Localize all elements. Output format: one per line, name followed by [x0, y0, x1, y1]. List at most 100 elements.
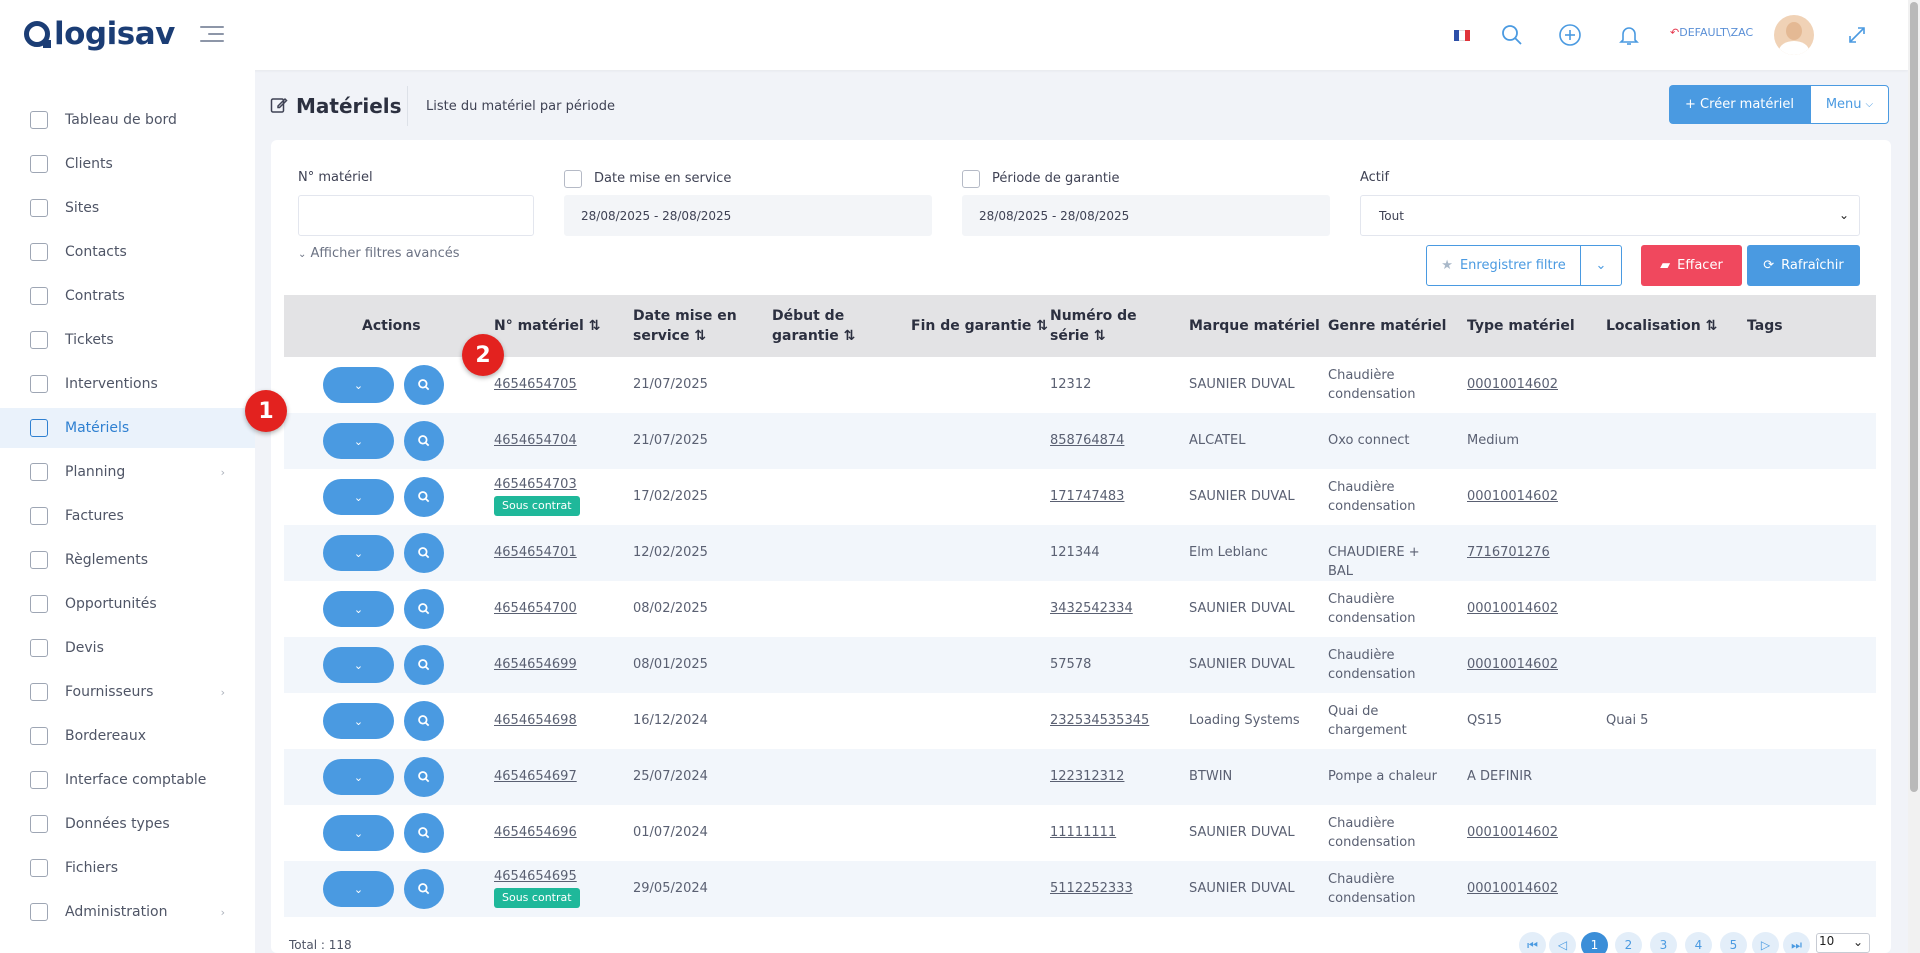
materiel-number-link[interactable]: 4654654698: [494, 711, 577, 730]
sidebar-item-administration[interactable]: Administration ›: [0, 892, 255, 932]
page-5-button[interactable]: 5: [1720, 932, 1747, 953]
serial-number-cell[interactable]: 171747483: [1050, 487, 1178, 506]
page-3-button[interactable]: 3: [1650, 932, 1677, 953]
type-cell[interactable]: 00010014602: [1467, 487, 1595, 506]
fr-flag-icon[interactable]: [1454, 30, 1470, 41]
type-cell[interactable]: 00010014602: [1467, 823, 1595, 842]
search-icon[interactable]: [1500, 23, 1524, 47]
row-view-button[interactable]: [404, 813, 444, 853]
avatar[interactable]: [1774, 15, 1814, 55]
row-actions-dropdown-button[interactable]: ⌄: [323, 479, 394, 515]
refresh-button[interactable]: ⟳ Rafraîchir: [1747, 245, 1860, 286]
user-switch-label[interactable]: ↶DEFAULT\ZAC: [1670, 26, 1753, 39]
row-actions-dropdown-button[interactable]: ⌄: [323, 535, 394, 571]
sidebar-item-devis[interactable]: Devis: [0, 628, 255, 668]
col-date-service[interactable]: Date mise en service ⇅: [633, 295, 763, 357]
row-actions-dropdown-button[interactable]: ⌄: [323, 591, 394, 627]
num-materiel-input[interactable]: [298, 195, 534, 236]
sidebar-item-bordereaux[interactable]: Bordereaux: [0, 716, 255, 756]
sidebar-item-contacts[interactable]: Contacts: [0, 232, 255, 272]
sidebar-item-clients[interactable]: Clients: [0, 144, 255, 184]
materiel-number-link[interactable]: 4654654699: [494, 655, 577, 674]
sidebar-item-planning[interactable]: Planning ›: [0, 452, 255, 492]
sidebar-item-tickets[interactable]: Tickets: [0, 320, 255, 360]
garantie-range-input[interactable]: 28/08/2025 - 28/08/2025: [962, 195, 1330, 236]
row-view-button[interactable]: [404, 477, 444, 517]
page-scrollbar[interactable]: [1908, 0, 1920, 953]
logisav-logo[interactable]: logisav: [24, 16, 175, 52]
materiel-number-link[interactable]: 4654654704: [494, 431, 577, 450]
sidebar-item-fichiers[interactable]: Fichiers: [0, 848, 255, 888]
serial-number-cell[interactable]: 5112252333: [1050, 879, 1178, 898]
materiel-number-link[interactable]: 4654654700: [494, 599, 577, 618]
clear-filters-button[interactable]: ▰ Effacer: [1641, 245, 1742, 286]
sidebar-item-tableau-de-bord[interactable]: Tableau de bord: [0, 100, 255, 140]
page-2-button[interactable]: 2: [1615, 932, 1642, 953]
sidebar-item-materiels[interactable]: Matériels: [0, 408, 255, 448]
create-materiel-button[interactable]: + Créer matériel: [1669, 85, 1810, 124]
sidebar-item-donnees-types[interactable]: Données types: [0, 804, 255, 844]
bell-icon[interactable]: [1617, 23, 1641, 47]
row-view-button[interactable]: [404, 421, 444, 461]
type-cell[interactable]: 7716701276: [1467, 543, 1595, 562]
materiel-number-link[interactable]: 4654654705: [494, 375, 577, 394]
serial-number-cell[interactable]: 11111111: [1050, 823, 1178, 842]
sidebar-item-interventions[interactable]: Interventions: [0, 364, 255, 404]
type-cell[interactable]: 00010014602: [1467, 375, 1595, 394]
materiel-number-link[interactable]: 4654654696: [494, 823, 577, 842]
menu-dropdown-button[interactable]: Menu ⌵: [1810, 85, 1889, 124]
materiel-number-link[interactable]: 4654654701: [494, 543, 577, 562]
prev-page-button[interactable]: ◁: [1549, 932, 1576, 953]
sidebar-item-reglements[interactable]: Règlements: [0, 540, 255, 580]
materiel-number-link[interactable]: 4654654697: [494, 767, 577, 786]
materiel-number-link[interactable]: 4654654703: [494, 475, 580, 494]
sidebar-item-factures[interactable]: Factures: [0, 496, 255, 536]
type-cell[interactable]: 00010014602: [1467, 879, 1595, 898]
date-service-checkbox[interactable]: [564, 170, 582, 188]
expand-icon[interactable]: [1845, 23, 1869, 47]
row-actions-dropdown-button[interactable]: ⌄: [323, 703, 394, 739]
actif-select[interactable]: Tout ⌄: [1360, 195, 1860, 236]
row-view-button[interactable]: [404, 869, 444, 909]
row-view-button[interactable]: [404, 645, 444, 685]
garantie-checkbox[interactable]: [962, 170, 980, 188]
save-filter-dropdown[interactable]: ⌄: [1581, 258, 1621, 273]
scrollbar-thumb[interactable]: [1910, 2, 1918, 792]
serial-number-cell[interactable]: 3432542334: [1050, 599, 1178, 618]
row-actions-dropdown-button[interactable]: ⌄: [323, 647, 394, 683]
page-4-button[interactable]: 4: [1685, 932, 1712, 953]
row-actions-dropdown-button[interactable]: ⌄: [323, 815, 394, 851]
sidebar-item-contrats[interactable]: Contrats: [0, 276, 255, 316]
col-debut-garantie[interactable]: Début de garantie ⇅: [772, 295, 907, 357]
serial-number-cell[interactable]: 122312312: [1050, 767, 1178, 786]
row-actions-dropdown-button[interactable]: ⌄: [323, 367, 394, 403]
type-cell[interactable]: 00010014602: [1467, 599, 1595, 618]
hamburger-menu-icon[interactable]: [200, 26, 224, 47]
row-view-button[interactable]: [404, 589, 444, 629]
plus-circle-icon[interactable]: [1558, 23, 1582, 47]
col-numero-serie[interactable]: Numéro de série ⇅: [1050, 295, 1180, 357]
advanced-filters-toggle[interactable]: ⌄ Afficher filtres avancés: [298, 246, 460, 261]
row-view-button[interactable]: [404, 365, 444, 405]
row-view-button[interactable]: [404, 757, 444, 797]
sidebar-item-sites[interactable]: Sites: [0, 188, 255, 228]
type-cell[interactable]: 00010014602: [1467, 655, 1595, 674]
row-view-button[interactable]: [404, 701, 444, 741]
date-service-range-input[interactable]: 28/08/2025 - 28/08/2025: [564, 195, 932, 236]
materiel-number-link[interactable]: 4654654695: [494, 867, 580, 886]
serial-number-cell[interactable]: 232534535345: [1050, 711, 1178, 730]
page-1-button[interactable]: 1: [1581, 932, 1608, 953]
row-actions-dropdown-button[interactable]: ⌄: [323, 759, 394, 795]
row-view-button[interactable]: [404, 533, 444, 573]
col-localisation[interactable]: Localisation ⇅: [1606, 295, 1717, 357]
col-num-materiel[interactable]: N° matériel ⇅: [494, 295, 600, 357]
last-page-button[interactable]: ⏭: [1783, 932, 1810, 953]
row-actions-dropdown-button[interactable]: ⌄: [323, 423, 394, 459]
row-actions-dropdown-button[interactable]: ⌄: [323, 871, 394, 907]
sidebar-item-interface-comptable[interactable]: Interface comptable: [0, 760, 255, 800]
save-filter-button[interactable]: ★ Enregistrer filtre ⌄: [1426, 245, 1622, 286]
col-fin-garantie[interactable]: Fin de garantie ⇅: [911, 295, 1048, 357]
page-size-select[interactable]: 10 ⌄: [1816, 933, 1870, 953]
serial-number-cell[interactable]: 858764874: [1050, 431, 1178, 450]
sidebar-item-fournisseurs[interactable]: Fournisseurs ›: [0, 672, 255, 712]
